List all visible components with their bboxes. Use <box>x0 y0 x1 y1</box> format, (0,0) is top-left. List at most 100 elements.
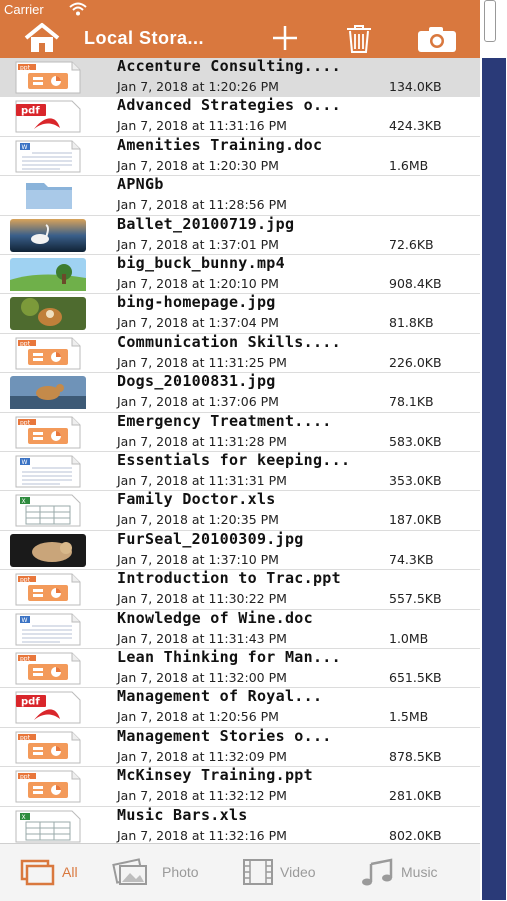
file-date: Jan 7, 2018 at 1:20:35 PM <box>117 512 279 528</box>
file-thumbnail-icon <box>10 533 86 567</box>
list-item[interactable]: pdf Management of Royal... Jan 7, 2018 at … <box>0 687 480 728</box>
home-icon[interactable] <box>22 22 62 54</box>
file-name: Dogs_20100831.jpg <box>117 372 276 391</box>
list-item[interactable]: W Amenities Training.doc Jan 7, 2018 at 1:… <box>0 136 480 177</box>
file-size: 1.6MB <box>389 157 429 173</box>
file-thumbnail-icon: ppt <box>10 731 86 764</box>
tab-music[interactable]: Music <box>355 844 465 901</box>
svg-text:X: X <box>22 814 26 821</box>
file-thumbnail-icon: ppt <box>10 770 86 803</box>
file-date: Jan 7, 2018 at 1:20:30 PM <box>117 157 279 173</box>
file-thumbnail-icon: ppt <box>10 337 86 370</box>
list-item[interactable]: Ballet_20100719.jpg Jan 7, 2018 at 1:37:0… <box>0 214 480 255</box>
file-size: 802.0KB <box>389 827 442 843</box>
file-thumbnail-icon: X <box>10 494 86 527</box>
file-date: Jan 7, 2018 at 11:31:25 PM <box>117 354 287 370</box>
file-name: big_buck_bunny.mp4 <box>117 254 285 272</box>
list-item[interactable]: ppt McKinsey Training.ppt Jan 7, 2018 at 1… <box>0 766 480 807</box>
carrier-label: Carrier <box>4 2 44 17</box>
file-thumbnail-icon <box>10 258 86 291</box>
list-item[interactable]: Dogs_20100831.jpg Jan 7, 2018 at 1:37:06 … <box>0 372 480 413</box>
file-date: Jan 7, 2018 at 1:37:10 PM <box>117 551 279 567</box>
svg-text:ppt: ppt <box>20 340 31 347</box>
status-bar: Carrier <box>0 0 480 18</box>
svg-text:X: X <box>22 498 26 505</box>
tab-label: Music <box>401 864 438 880</box>
file-size: 878.5KB <box>389 748 442 764</box>
svg-text:ppt: ppt <box>20 419 31 426</box>
file-date: Jan 7, 2018 at 1:20:56 PM <box>117 709 279 725</box>
list-item[interactable]: bing-homepage.jpg Jan 7, 2018 at 1:37:04 … <box>0 293 480 334</box>
list-item[interactable]: ppt Accenture Consulting.... Jan 7, 2018 a… <box>0 58 480 98</box>
file-size: 1.0MB <box>389 630 429 646</box>
file-name: Ballet_20100719.jpg <box>117 214 295 233</box>
file-thumbnail-icon <box>10 218 86 252</box>
file-list[interactable]: ppt Accenture Consulting.... Jan 7, 2018 a… <box>0 58 480 843</box>
camera-icon[interactable] <box>415 24 459 54</box>
trash-icon[interactable] <box>342 21 376 55</box>
photo-icon <box>110 858 150 886</box>
svg-text:W: W <box>22 144 28 151</box>
file-date: Jan 7, 2018 at 11:28:56 PM <box>117 197 287 213</box>
file-thumbnail-icon: ppt <box>10 652 86 685</box>
file-size: 1.5MB <box>389 709 429 725</box>
file-date: Jan 7, 2018 at 1:37:01 PM <box>117 236 279 252</box>
file-date: Jan 7, 2018 at 11:31:43 PM <box>117 630 287 646</box>
file-name: Management of Royal... <box>117 687 323 706</box>
side-handle[interactable] <box>484 0 496 42</box>
svg-text:ppt: ppt <box>20 655 31 662</box>
list-item[interactable]: X Music Bars.xls Jan 7, 2018 at 11:32:16 P… <box>0 806 480 843</box>
file-date: Jan 7, 2018 at 11:32:16 PM <box>117 827 287 843</box>
film-icon <box>240 858 280 886</box>
file-date: Jan 7, 2018 at 1:37:06 PM <box>117 394 279 410</box>
all-files-icon <box>18 858 58 886</box>
file-thumbnail-icon: ppt <box>10 573 86 606</box>
list-item[interactable]: ppt Management Stories o... Jan 7, 2018 at… <box>0 727 480 768</box>
file-size: 78.1KB <box>389 394 434 410</box>
svg-text:ppt: ppt <box>20 773 31 780</box>
list-item[interactable]: ppt Lean Thinking for Man... Jan 7, 2018 a… <box>0 648 480 689</box>
tab-video[interactable]: Video <box>238 844 338 901</box>
svg-text:ppt: ppt <box>20 64 31 71</box>
file-size: 583.0KB <box>389 433 442 449</box>
list-item[interactable]: W Essentials for keeping... Jan 7, 2018 at… <box>0 451 480 492</box>
plus-icon[interactable] <box>268 22 302 54</box>
list-item[interactable]: ppt Communication Skills.... Jan 7, 2018 a… <box>0 333 480 374</box>
list-item[interactable]: X Family Doctor.xls Jan 7, 2018 at 1:20:35… <box>0 490 480 531</box>
file-date: Jan 7, 2018 at 1:20:10 PM <box>117 276 279 291</box>
tab-label: Video <box>280 864 316 880</box>
nav-bar: Local Stora... <box>0 18 480 58</box>
svg-text:pdf: pdf <box>21 106 40 117</box>
wifi-icon <box>68 2 88 19</box>
side-panel-bar[interactable] <box>482 58 506 900</box>
file-thumbnail-icon: ppt <box>10 416 86 449</box>
list-item[interactable]: FurSeal_20100309.jpg Jan 7, 2018 at 1:37:… <box>0 530 480 571</box>
svg-text:W: W <box>22 617 28 624</box>
list-item[interactable]: W Knowledge of Wine.doc Jan 7, 2018 at 11:… <box>0 609 480 649</box>
file-name: Introduction to Trac.ppt <box>117 569 341 588</box>
file-name: Family Doctor.xls <box>117 490 276 509</box>
file-thumbnail-icon: ppt <box>10 61 86 94</box>
file-thumbnail-icon: W <box>10 140 86 173</box>
list-item[interactable]: APNGb Jan 7, 2018 at 11:28:56 PM <box>0 175 480 216</box>
list-item[interactable]: ppt Emergency Treatment.... Jan 7, 2018 at… <box>0 412 480 452</box>
file-thumbnail-icon: pdf <box>10 691 86 724</box>
file-name: Advanced Strategies o... <box>117 96 341 115</box>
file-name: Accenture Consulting.... <box>117 58 341 75</box>
tab-label: All <box>62 864 78 880</box>
nav-title: Local Stora... <box>84 28 205 48</box>
file-thumbnail-icon: W <box>10 613 86 646</box>
file-date: Jan 7, 2018 at 11:32:00 PM <box>117 670 287 685</box>
file-size: 557.5KB <box>389 591 442 607</box>
list-item[interactable]: ppt Introduction to Trac.ppt Jan 7, 2018 a… <box>0 569 480 610</box>
list-item[interactable]: pdf Advanced Strategies o... Jan 7, 2018 a… <box>0 96 480 137</box>
file-size: 651.5KB <box>389 670 442 685</box>
file-date: Jan 7, 2018 at 11:30:22 PM <box>117 591 287 607</box>
file-date: Jan 7, 2018 at 1:37:04 PM <box>117 315 279 331</box>
tab-photo[interactable]: Photo <box>108 844 218 901</box>
list-item[interactable]: big_buck_bunny.mp4 Jan 7, 2018 at 1:20:10… <box>0 254 480 295</box>
tab-all[interactable]: All <box>14 844 104 901</box>
file-thumbnail-icon: pdf <box>10 100 86 133</box>
svg-text:W: W <box>22 459 28 466</box>
file-size: 81.8KB <box>389 315 434 331</box>
